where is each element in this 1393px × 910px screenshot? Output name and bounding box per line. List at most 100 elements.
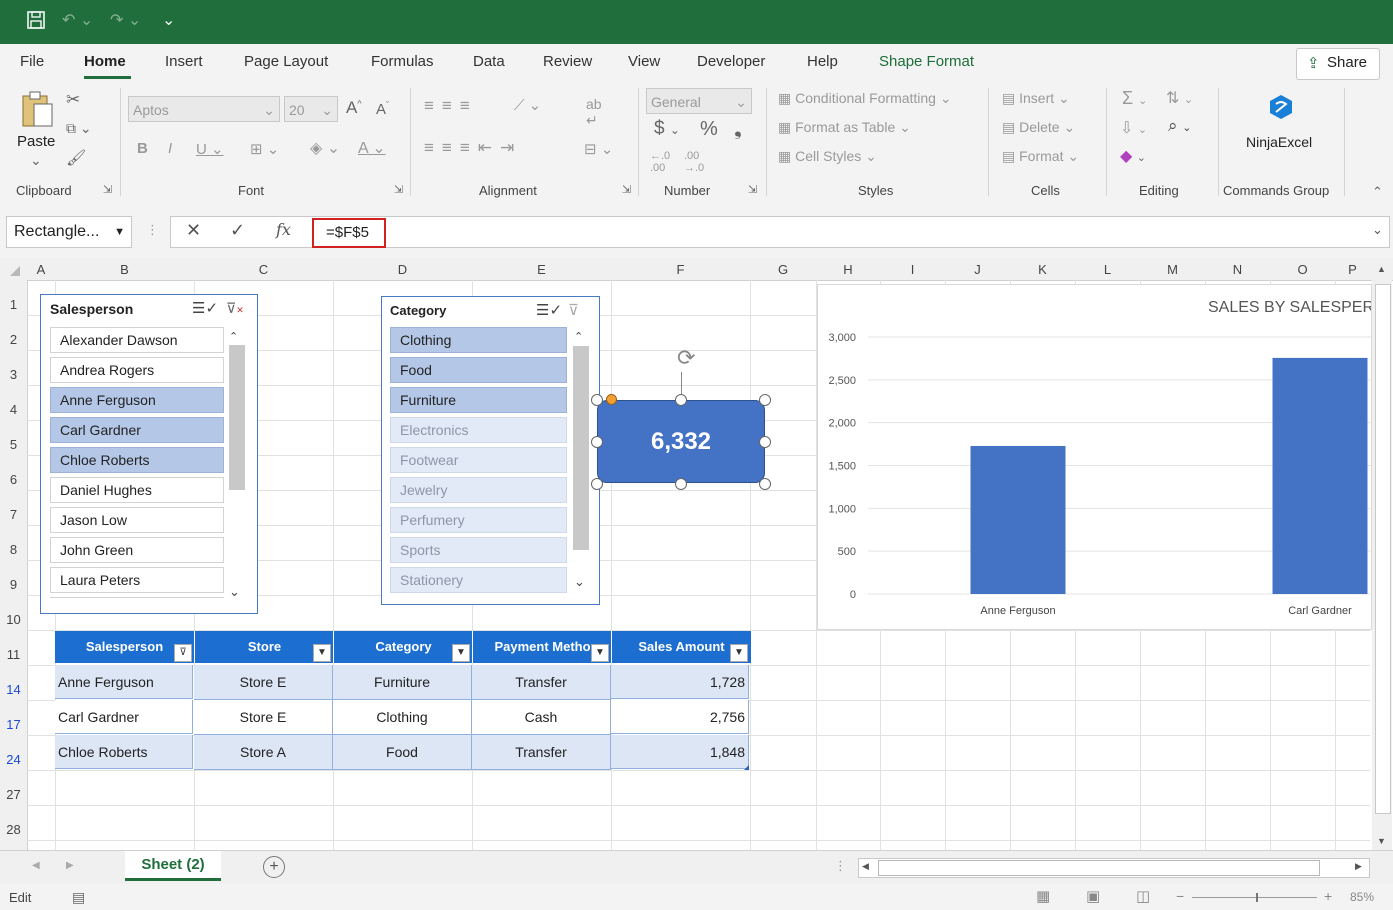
tab-home[interactable]: Home	[84, 53, 126, 70]
clipboard-launcher-icon[interactable]: ⇲	[103, 183, 112, 196]
paste-label[interactable]: Paste	[17, 133, 55, 150]
tab-shape-format[interactable]: Shape Format	[879, 53, 974, 70]
accessibility-icon[interactable]: ▤	[72, 889, 85, 906]
ninjaexcel-label[interactable]: NinjaExcel	[1246, 134, 1312, 150]
slicer-item[interactable]: Daniel Hughes	[50, 477, 224, 503]
clear-icon[interactable]: ◆ ⌄	[1120, 146, 1146, 166]
slicer-scrollbar-thumb[interactable]	[229, 345, 245, 490]
delete-cells-button[interactable]: ▤ Delete ⌄	[1002, 119, 1075, 136]
row-header[interactable]: 3	[0, 367, 27, 382]
prev-sheet-icon[interactable]: ◀	[32, 860, 40, 871]
filter-dropdown-icon[interactable]: ▼	[591, 644, 609, 662]
table-cell[interactable]: Food	[333, 735, 472, 770]
redo-icon[interactable]: ↷ ⌄	[110, 10, 141, 30]
rotate-handle-icon[interactable]: ⟳	[677, 345, 695, 371]
page-break-view-icon[interactable]: ◫	[1136, 887, 1150, 905]
vertical-align-icons[interactable]: ≡≡≡	[424, 96, 478, 116]
expand-formula-bar-icon[interactable]: ⌄	[1372, 222, 1383, 238]
resize-handle[interactable]	[591, 394, 603, 406]
normal-view-icon[interactable]: ▦	[1036, 887, 1050, 905]
wrap-text-icon[interactable]: ab ↵	[586, 96, 602, 129]
column-header[interactable]: C	[194, 262, 333, 277]
increase-decimal-icon[interactable]: ←.0.00	[650, 150, 670, 174]
resize-handle[interactable]	[759, 436, 771, 448]
clear-filter-icon[interactable]: ⊽	[568, 301, 579, 319]
fill-icon[interactable]: ⇩ ⌄	[1120, 118, 1147, 138]
slicer-item[interactable]: Furniture	[390, 387, 567, 413]
row-header[interactable]: 27	[0, 787, 27, 802]
zoom-slider-thumb[interactable]	[1256, 893, 1258, 902]
format-as-table-button[interactable]: ▦ Format as Table ⌄	[778, 119, 911, 136]
row-header[interactable]: 24	[0, 752, 27, 767]
tab-view[interactable]: View	[628, 53, 660, 70]
format-cells-button[interactable]: ▤ Format ⌄	[1002, 148, 1079, 165]
table-cell[interactable]: Store E	[194, 665, 333, 700]
font-size-box[interactable]: 20 ⌄	[284, 96, 338, 122]
font-color-icon[interactable]: A ⌄	[358, 138, 386, 158]
formula-input[interactable]: =$F$5	[312, 218, 386, 248]
slicer-scrollbar-thumb[interactable]	[573, 346, 589, 550]
resize-handle[interactable]	[759, 478, 771, 490]
slicer-item[interactable]: Jason Low	[50, 507, 224, 533]
paste-icon[interactable]	[20, 90, 56, 133]
scroll-left-arrow-icon[interactable]: ◀	[862, 861, 869, 872]
row-header[interactable]: 28	[0, 822, 27, 837]
row-header[interactable]: 1	[0, 297, 27, 312]
tab-split-grip-icon[interactable]: ⋮	[834, 858, 847, 874]
column-header[interactable]: A	[27, 262, 55, 277]
slicer-item[interactable]: Alexander Dawson	[50, 327, 224, 353]
scroll-down-icon[interactable]: ⌄	[229, 584, 240, 600]
column-header[interactable]: N	[1205, 262, 1270, 277]
select-all-corner[interactable]	[10, 266, 20, 276]
horizontal-scroll-thumb[interactable]	[878, 860, 1320, 876]
table-cell[interactable]: 1,848	[611, 735, 749, 769]
table-cell[interactable]: Transfer	[472, 735, 611, 770]
slicer-item[interactable]: Sports	[390, 537, 567, 563]
paste-dropdown-icon[interactable]: ⌄	[30, 152, 42, 169]
vertical-scroll-thumb[interactable]	[1375, 284, 1391, 814]
slicer-item[interactable]: Stationery	[390, 567, 567, 593]
resize-handle[interactable]	[591, 478, 603, 490]
row-header[interactable]: 9	[0, 577, 27, 592]
borders-icon[interactable]: ⊞ ⌄	[250, 140, 279, 158]
multi-select-icon[interactable]: ☰✓	[192, 299, 218, 317]
tab-developer[interactable]: Developer	[697, 53, 765, 70]
name-box-dropdown-icon[interactable]: ▼	[114, 217, 125, 247]
share-button[interactable]: ⇪ Share	[1296, 48, 1380, 80]
column-header[interactable]: P	[1335, 262, 1370, 277]
filter-dropdown-icon[interactable]: ▼	[452, 644, 470, 662]
slicer-item[interactable]: John Green	[50, 537, 224, 563]
tab-page-layout[interactable]: Page Layout	[244, 53, 328, 70]
tab-help[interactable]: Help	[807, 53, 838, 70]
horizontal-align-icons[interactable]: ≡≡≡⇤⇥	[424, 138, 522, 158]
decrease-font-icon[interactable]: Aˇ	[376, 100, 389, 118]
kpi-rectangle-shape[interactable]: 6,332	[597, 400, 765, 483]
tab-formulas[interactable]: Formulas	[371, 53, 434, 70]
row-header[interactable]: 2	[0, 332, 27, 347]
font-launcher-icon[interactable]: ⇲	[394, 183, 403, 196]
customize-qat-icon[interactable]: ⌄	[162, 10, 175, 30]
scroll-right-arrow-icon[interactable]: ▶	[1355, 861, 1362, 872]
row-header[interactable]: 4	[0, 402, 27, 417]
column-header[interactable]: H	[816, 262, 880, 277]
ninjaexcel-icon[interactable]	[1268, 94, 1294, 123]
resize-handle[interactable]	[675, 478, 687, 490]
column-header[interactable]: M	[1140, 262, 1205, 277]
comma-style-icon[interactable]: ❟	[734, 118, 742, 141]
slicer-item[interactable]: Carl Gardner	[50, 417, 224, 443]
enter-icon[interactable]: ✓	[230, 220, 245, 241]
multi-select-icon[interactable]: ☰✓	[536, 301, 562, 319]
sales-chart[interactable]: SALES BY SALESPERS 0 500 1,000 1,500 2,000 2,…	[817, 284, 1372, 630]
table-cell[interactable]: Anne Ferguson	[55, 665, 193, 699]
filter-dropdown-icon[interactable]: ▼	[730, 644, 748, 662]
zoom-slider[interactable]	[1192, 897, 1317, 898]
adjust-handle[interactable]	[606, 394, 617, 405]
insert-cells-button[interactable]: ▤ Insert ⌄	[1002, 90, 1070, 107]
chart-bar[interactable]	[1272, 357, 1368, 594]
table-resize-handle[interactable]	[744, 765, 749, 770]
bold-icon[interactable]: B	[137, 140, 148, 157]
row-header[interactable]: 14	[0, 682, 27, 697]
alignment-launcher-icon[interactable]: ⇲	[622, 183, 631, 196]
filter-dropdown-icon[interactable]: ▼	[313, 644, 331, 662]
row-header[interactable]: 10	[0, 612, 27, 627]
